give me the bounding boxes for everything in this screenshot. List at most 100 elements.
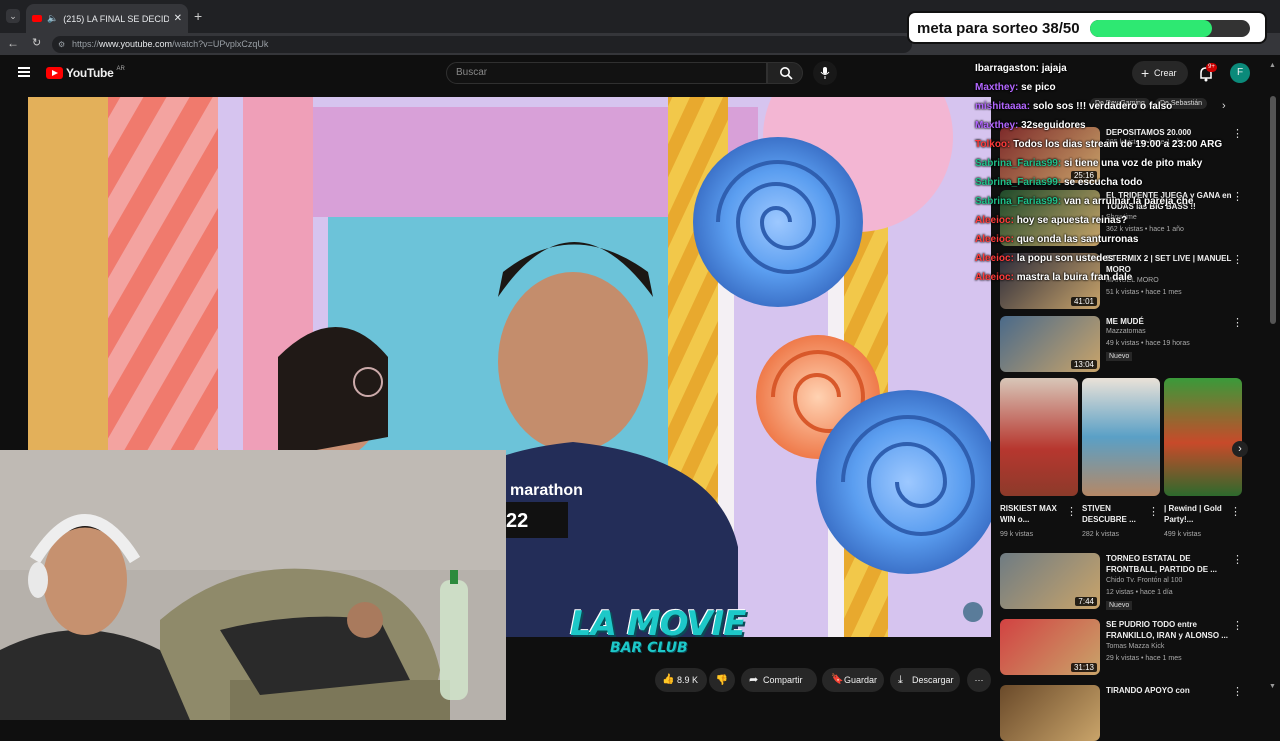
scroll-down-icon[interactable]: ▼ — [1269, 683, 1276, 690]
short-title[interactable]: STIVEN DESCUBRE ... — [1082, 503, 1146, 525]
stream-logo: LA MOVIE BAR CLUB — [570, 604, 747, 656]
more-vert-icon[interactable]: ⋮ — [1148, 505, 1159, 518]
chat-message: Sabrina_Farias99: si tiene una voz de pi… — [975, 154, 1275, 173]
share-label: Compartir — [763, 675, 803, 685]
chat-text: si tiene una voz de pito maky — [1063, 158, 1203, 169]
video-channel[interactable]: Tomas Mazza Kick — [1106, 643, 1164, 650]
download-label: Descargar — [912, 675, 954, 685]
more-horizontal-icon: ⋯ — [974, 675, 984, 685]
more-vert-icon[interactable]: ⋮ — [1232, 619, 1243, 632]
region-code: AR — [116, 66, 125, 72]
video-thumbnail[interactable]: 13:04 — [1000, 316, 1100, 372]
video-title[interactable]: SE PUDRIO TODO entre FRANKILLO, IRAN y A… — [1106, 619, 1241, 641]
more-actions-button[interactable]: ⋯ — [967, 668, 991, 692]
dislike-button[interactable]: 👎 — [709, 668, 735, 692]
url-domain: www.youtube.com — [99, 39, 173, 49]
video-meta: 51 k vistas • hace 1 mes — [1106, 289, 1182, 296]
new-badge: Nuevo — [1106, 352, 1133, 361]
video-title[interactable]: TIRANDO APOYO con — [1106, 685, 1241, 696]
chat-message: Ibarragaston: jajaja — [975, 59, 1275, 78]
chat-username: Tolkoo: — [975, 139, 1014, 150]
chat-text: mastra la buira fran dale — [1016, 272, 1133, 283]
chat-text: la popu son ustedes — [1016, 253, 1114, 264]
short-title[interactable]: RISKIEST MAX WIN o... — [1000, 503, 1064, 525]
save-button[interactable]: 🔖 Guardar — [822, 668, 884, 692]
chat-text: que onda las santurronas — [1016, 234, 1139, 245]
chat-text: 32seguidores — [1021, 120, 1086, 131]
video-meta: 29 k vistas • hace 1 mes — [1106, 655, 1182, 662]
chat-username: Ibarragaston: — [975, 63, 1042, 74]
short-views: 499 k vistas — [1164, 531, 1201, 538]
back-icon[interactable]: ← — [7, 36, 19, 50]
chat-username: Aleeioc: — [975, 272, 1017, 283]
thumbs-down-icon: 👎 — [715, 675, 729, 686]
url-field[interactable]: ⚙ https://www.youtube.com/watch?v=UPvplx… — [52, 36, 912, 53]
short-thumbnail[interactable] — [1082, 378, 1160, 496]
new-tab-button[interactable]: + — [194, 8, 202, 24]
youtube-favicon-icon — [32, 15, 42, 22]
new-badge: Nuevo — [1106, 601, 1133, 610]
chat-username: Sabrina_Farias99: — [975, 177, 1064, 188]
chat-text: solo sos !!! verdadero o falso — [1032, 101, 1173, 112]
chat-text: se pico — [1021, 82, 1056, 93]
goal-label: meta para sorteo 38/50 — [917, 20, 1080, 37]
menu-icon[interactable] — [18, 67, 30, 77]
audio-playing-icon[interactable]: 🔈 — [47, 13, 58, 24]
chat-text: van a arruinar la pareja che — [1063, 196, 1194, 207]
short-views: 99 k vistas — [1000, 531, 1034, 538]
more-vert-icon[interactable]: ⋮ — [1232, 685, 1243, 698]
search-input[interactable]: Buscar — [446, 62, 767, 84]
download-button[interactable]: ⤓ Descargar — [890, 668, 960, 692]
short-title[interactable]: | Rewind | Gold Party!... — [1164, 503, 1228, 525]
chat-username: Maxthey: — [975, 82, 1022, 93]
chat-username: Sabrina_Farias99: — [975, 158, 1064, 169]
chat-text: Todos los dias stream de 19:00 a 23:00 A… — [1013, 139, 1223, 150]
url-prefix: https:// — [72, 39, 100, 49]
save-label: Guardar — [844, 675, 878, 685]
chat-username: Aleeioc: — [975, 215, 1017, 226]
video-thumbnail[interactable] — [1000, 685, 1100, 741]
shorts-next-icon[interactable]: › — [1232, 441, 1248, 457]
chat-message: Maxthey: se pico — [975, 78, 1275, 97]
chat-message: Aleeioc: la popu son ustedes — [975, 249, 1275, 268]
chat-text: jajaja — [1041, 63, 1067, 74]
youtube-wordmark: YouTube — [66, 66, 114, 80]
video-duration: 7:44 — [1075, 597, 1097, 606]
browser-tab[interactable]: 🔈 (215) LA FINAL SE DECIDE en ✕ — [26, 4, 188, 33]
short-thumbnail[interactable] — [1164, 378, 1242, 496]
video-thumbnail[interactable]: 31:13 — [1000, 619, 1100, 675]
site-info-icon[interactable]: ⚙ — [58, 36, 65, 53]
more-vert-icon[interactable]: ⋮ — [1232, 316, 1243, 329]
search-button[interactable] — [767, 62, 803, 84]
more-vert-icon[interactable]: ⋮ — [1066, 505, 1077, 518]
search-icon — [780, 67, 793, 80]
microphone-icon — [820, 67, 830, 79]
video-channel[interactable]: Chido Tv. Frontón al 100 — [1106, 577, 1182, 584]
short-thumbnail[interactable] — [1000, 378, 1078, 496]
video-channel[interactable]: Mazzatomas — [1106, 328, 1146, 335]
chat-message: Aleeioc: mastra la buira fran dale — [975, 268, 1275, 287]
voice-search-button[interactable] — [813, 61, 837, 85]
share-button[interactable]: ➦ Compartir — [741, 668, 817, 692]
video-thumbnail[interactable]: 7:44 — [1000, 553, 1100, 609]
chat-message: Maxthey: 32seguidores — [975, 116, 1275, 135]
chat-message: Aleeioc: hoy se apuesta reinas? — [975, 211, 1275, 230]
like-count: 8.9 K — [677, 675, 699, 685]
more-vert-icon[interactable]: ⋮ — [1232, 553, 1243, 566]
video-title[interactable]: TORNEO ESTATAL DE FRONTBALL, PARTIDO DE … — [1106, 553, 1241, 575]
video-title[interactable]: ME MUDÉ — [1106, 316, 1241, 327]
share-icon: ➦ — [749, 674, 759, 686]
chat-username: Maxthey: — [975, 120, 1022, 131]
goal-progress-bar — [1090, 20, 1250, 37]
tab-list-button[interactable]: ⌄ — [6, 9, 20, 23]
more-vert-icon[interactable]: ⋮ — [1230, 505, 1241, 518]
webcam-frame — [0, 450, 506, 720]
stream-chat-overlay: Ibarragaston: jajaja Maxthey: se pico mish… — [975, 59, 1275, 287]
goal-progress-fill — [1090, 20, 1212, 37]
short-views: 282 k vistas — [1082, 531, 1119, 538]
reload-icon[interactable]: ↻ — [32, 36, 41, 49]
tab-close-icon[interactable]: ✕ — [174, 13, 182, 24]
url-path: /watch?v=UPvplxCzqUk — [172, 39, 269, 49]
youtube-logo[interactable]: YouTube AR — [46, 66, 125, 80]
like-button[interactable]: 👍 8.9 K — [655, 668, 707, 692]
